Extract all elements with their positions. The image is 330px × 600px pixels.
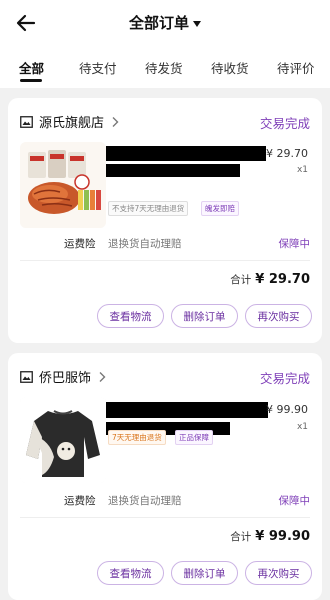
buy-again-button[interactable]: 再次购买 [245,304,312,328]
shipping-insurance-desc: 退换货自动理赔 [108,238,182,250]
product-image[interactable] [20,142,106,228]
store-icon [20,115,33,128]
chevron-right-icon [112,116,119,127]
guarantee-tag: 正品保障 [175,430,213,445]
page-title: 全部订单 [128,14,189,32]
shipping-insurance-status[interactable]: 保障中 [279,493,311,508]
buy-again-button[interactable]: 再次购买 [245,561,312,585]
product-image[interactable] [20,397,106,483]
return-policy-tag: 不支持7天无理由退货 [108,201,189,216]
shipping-insurance-desc: 退换货自动理赔 [108,495,182,507]
product-price: ¥ 99.90 [266,403,308,416]
shipping-insurance-label: 运费险 [64,495,96,507]
shipping-insurance-label: 运费险 [64,238,96,250]
divider [20,260,310,261]
order-status: 交易完成 [259,116,310,131]
tab-pending-payment[interactable]: 待支付 [79,58,117,77]
sweater-image [20,397,106,483]
shop-link[interactable]: 源氏旗舰店 [20,112,119,131]
order-tabs: 全部 待支付 待发货 待收货 待评价 [0,46,330,88]
product-title-redacted [106,146,266,161]
chevron-right-icon [99,371,106,382]
total-value: ¥ 99.90 [255,529,310,544]
return-policy-tag: 7天无理由退货 [108,430,166,445]
product-quantity: x1 [296,165,308,175]
shop-name: 源氏旗舰店 [39,116,105,131]
product-spec-redacted [106,164,240,177]
shop-name: 侨巴服饰 [39,371,92,386]
product-quantity: x1 [296,422,308,432]
order-total: 合计 ¥ 99.90 [230,529,310,544]
product-title-redacted [106,402,268,418]
divider [20,517,310,518]
shop-link[interactable]: 侨巴服饰 [20,367,106,386]
guarantee-tag: 魄发即赔 [201,201,239,216]
total-label: 合计 [230,274,252,286]
caret-down-icon [193,20,201,27]
delete-order-button[interactable]: 删除订单 [171,561,238,585]
product-price: ¥ 29.70 [266,147,308,160]
total-label: 合计 [230,531,252,543]
order-card: 侨巴服饰 交易完成 ¥ 99.90 x1 7天无理由退货 正品保障 运费险 退换… [8,353,322,600]
store-icon [20,370,33,383]
tab-pending-shipment[interactable]: 待发货 [145,58,183,77]
shipping-insurance-status[interactable]: 保障中 [279,236,311,251]
order-card: 源氏旗舰店 交易完成 ¥ 29.70 x1 不支持7天无理由退货 魄发即赔 运费… [8,98,322,343]
order-filter-dropdown[interactable]: 全部订单 [0,12,330,33]
snack-package-image [20,142,106,228]
total-value: ¥ 29.70 [255,272,310,287]
tab-all[interactable]: 全部 [19,58,44,77]
top-bar: 全部订单 [0,0,330,46]
order-total: 合计 ¥ 29.70 [230,272,310,287]
order-status: 交易完成 [259,371,310,386]
delete-order-button[interactable]: 删除订单 [171,304,238,328]
active-tab-indicator [20,79,42,82]
tab-pending-review[interactable]: 待评价 [277,58,315,77]
view-logistics-button[interactable]: 查看物流 [97,304,164,328]
view-logistics-button[interactable]: 查看物流 [97,561,164,585]
tab-pending-receipt[interactable]: 待收货 [211,58,249,77]
